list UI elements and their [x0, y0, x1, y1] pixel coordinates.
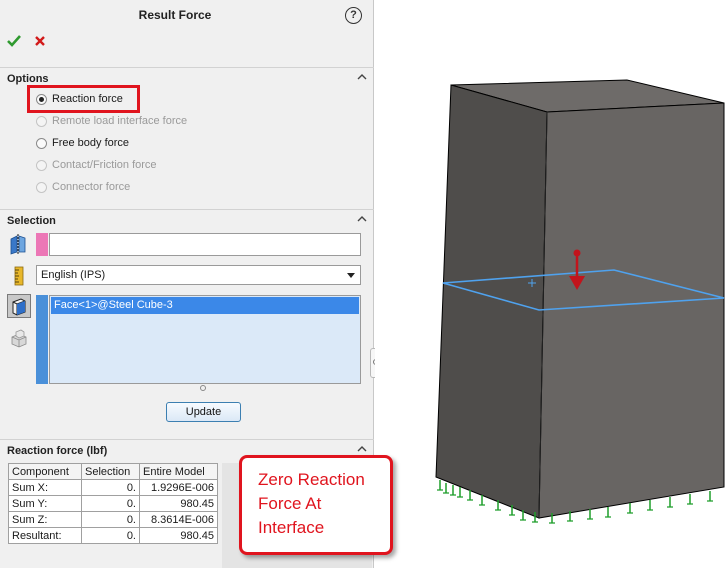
selection-color-swatch	[36, 233, 48, 256]
split-face-input[interactable]	[49, 233, 361, 256]
list-resize-handle[interactable]	[200, 385, 206, 391]
table-cell: Sum Z:	[8, 511, 82, 528]
chevron-up-icon[interactable]	[356, 213, 368, 225]
table-row: Sum Z: 0. 8.3614E-006	[8, 511, 218, 528]
reaction-force-table: Component Selection Entire Model Sum X: …	[8, 463, 218, 544]
cube-left-face	[435, 84, 548, 519]
x-icon[interactable]	[33, 34, 47, 48]
reaction-force-highlight	[27, 85, 140, 113]
radio-contact-friction-force[interactable]: Contact/Friction force	[36, 157, 157, 173]
radio-free-body-force[interactable]: Free body force	[36, 135, 129, 151]
list-item[interactable]: Face<1>@Steel Cube-3	[51, 297, 359, 314]
units-dropdown-value: English (IPS)	[41, 269, 106, 281]
options-section-label: Options	[7, 73, 49, 85]
table-cell: Sum X:	[8, 479, 82, 496]
cube-right-face	[538, 102, 725, 519]
radio-connector-force[interactable]: Connector force	[36, 179, 130, 195]
callout-line: Zero Reaction	[258, 470, 365, 489]
face-selection-icon[interactable]	[7, 294, 31, 318]
callout-line: Force At	[258, 494, 322, 513]
table-cell: 980.45	[139, 495, 218, 512]
component-selection-icon[interactable]	[9, 328, 29, 350]
table-cell: 0.	[81, 479, 140, 496]
chevron-up-icon[interactable]	[356, 443, 368, 455]
column-header: Component	[8, 463, 82, 480]
column-header: Entire Model	[139, 463, 218, 480]
radio-button[interactable]	[36, 115, 47, 127]
selection-section-header[interactable]: Selection	[0, 209, 374, 229]
annotation-callout: Zero Reaction Force At Interface	[239, 455, 393, 555]
ruler-units-icon	[14, 266, 24, 286]
reaction-force-section-label: Reaction force (lbf)	[7, 445, 108, 457]
table-header-row: Component Selection Entire Model	[8, 463, 218, 480]
table-cell: Resultant:	[8, 527, 82, 544]
cube-model-view	[435, 79, 725, 524]
options-section-header[interactable]: Options	[0, 67, 374, 87]
table-cell: 1.9296E-006	[139, 479, 218, 496]
table-cell: 8.3614E-006	[139, 511, 218, 528]
table-row: Sum Y: 0. 980.45	[8, 495, 218, 512]
chevron-up-icon[interactable]	[356, 71, 368, 83]
radio-button[interactable]	[36, 181, 47, 193]
split-face-icon	[10, 234, 26, 255]
dropdown-arrow-icon	[347, 273, 355, 278]
selection-section-label: Selection	[7, 215, 56, 227]
table-cell: 0.	[81, 527, 140, 544]
table-row: Resultant: 0. 980.45	[8, 527, 218, 544]
radio-label: Remote load interface force	[52, 115, 188, 127]
table-cell: Sum Y:	[8, 495, 82, 512]
callout-line: Interface	[258, 518, 325, 537]
radio-label: Free body force	[52, 137, 130, 149]
panel-title: Result Force	[138, 8, 212, 22]
table-cell: 0.	[81, 511, 140, 528]
selected-faces-list[interactable]: Face<1>@Steel Cube-3	[49, 295, 361, 384]
help-icon[interactable]: ?	[345, 7, 362, 24]
table-cell: 0.	[81, 495, 140, 512]
graphics-viewport[interactable]	[375, 0, 725, 568]
radio-button[interactable]	[36, 159, 47, 171]
radio-remote-load-interface-force[interactable]: Remote load interface force	[36, 113, 187, 129]
table-row: Sum X: 0. 1.9296E-006	[8, 479, 218, 496]
column-header: Selection	[81, 463, 140, 480]
units-dropdown[interactable]: English (IPS)	[36, 265, 361, 285]
radio-label: Connector force	[52, 181, 131, 193]
radio-button[interactable]	[36, 137, 47, 149]
radio-label: Contact/Friction force	[52, 159, 157, 171]
table-cell: 980.45	[139, 527, 218, 544]
update-button[interactable]: Update	[166, 402, 241, 422]
selection-list-color-strip	[36, 295, 48, 384]
checkmark-icon[interactable]	[7, 34, 21, 48]
